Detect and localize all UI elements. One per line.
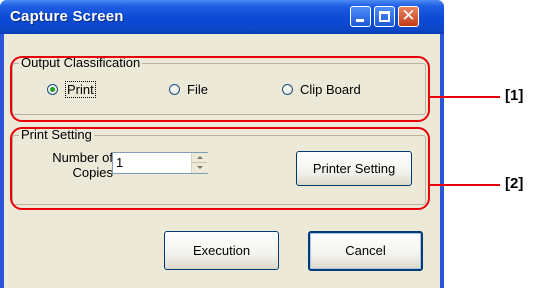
close-button[interactable]: ✕ [398, 6, 419, 27]
annotation-box-1 [10, 56, 430, 122]
minimize-button[interactable] [350, 6, 371, 27]
execution-label: Execution [192, 243, 251, 258]
maximize-button[interactable] [374, 6, 395, 27]
title-bar[interactable]: Capture Screen ✕ [0, 0, 444, 34]
cancel-button[interactable]: Cancel [308, 231, 423, 271]
annotation-box-2 [10, 127, 430, 210]
minimize-icon [356, 19, 364, 22]
execution-button[interactable]: Execution [164, 231, 279, 270]
annotation-label-1: [1] [505, 87, 524, 104]
annotation-leader-2 [430, 184, 500, 186]
close-icon: ✕ [401, 6, 416, 25]
maximize-icon [379, 11, 390, 22]
window-title: Capture Screen [10, 8, 124, 25]
annotation-label-2: [2] [505, 175, 524, 192]
cancel-label: Cancel [345, 243, 386, 258]
annotation-leader-1 [430, 96, 500, 98]
